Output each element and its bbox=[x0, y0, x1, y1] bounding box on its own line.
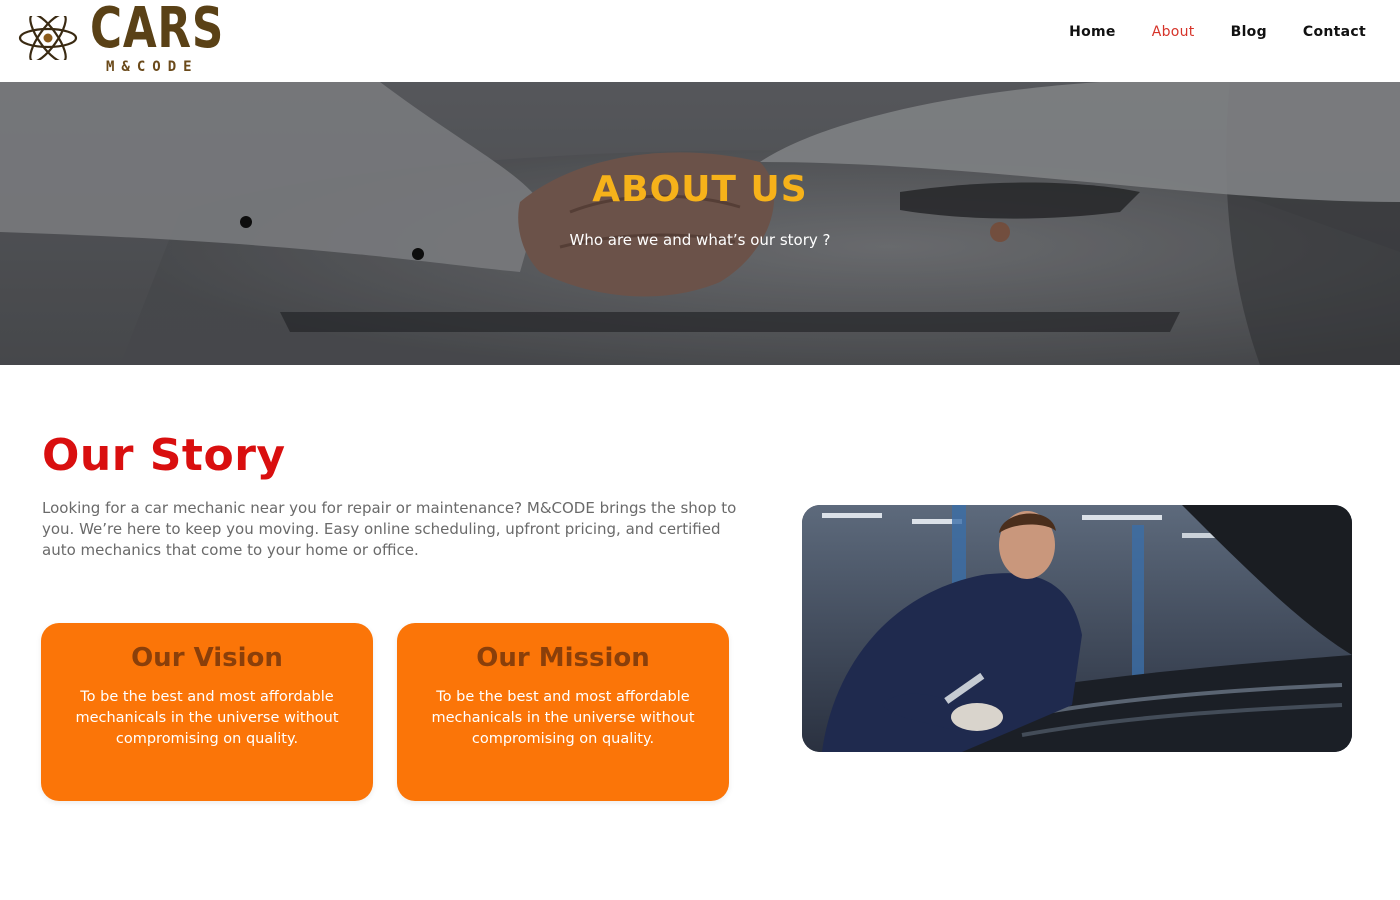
main-nav: Home About Blog Contact bbox=[1069, 22, 1366, 42]
mechanic-image bbox=[802, 505, 1352, 752]
story-title: Our Story bbox=[42, 430, 286, 481]
nav-link-contact[interactable]: Contact bbox=[1303, 22, 1366, 42]
hero-handshake-image bbox=[0, 82, 1400, 365]
mechanic-photo bbox=[802, 505, 1352, 752]
site-header: CARS M&CODE Home About Blog Contact bbox=[0, 0, 1400, 82]
story-text: Looking for a car mechanic near you for … bbox=[42, 499, 737, 559]
nav-link-blog[interactable]: Blog bbox=[1231, 22, 1267, 42]
vision-card: Our Vision To be the best and most affor… bbox=[41, 623, 373, 801]
hero-subtitle: Who are we and what’s our story ? bbox=[569, 231, 831, 249]
mission-text: To be the best and most affordable mecha… bbox=[431, 689, 695, 747]
atom-icon bbox=[18, 16, 78, 60]
vision-text: To be the best and most affordable mecha… bbox=[75, 689, 339, 747]
hero-banner: ABOUT US Who are we and what’s our story… bbox=[0, 82, 1400, 365]
brand-logo[interactable]: CARS M&CODE bbox=[16, 0, 256, 78]
brand-subtitle: M&CODE bbox=[106, 59, 199, 75]
hero-title: ABOUT US bbox=[592, 169, 808, 210]
nav-link-home[interactable]: Home bbox=[1069, 22, 1116, 42]
mission-title: Our Mission bbox=[476, 643, 650, 673]
nav-link-about[interactable]: About bbox=[1152, 22, 1195, 42]
brand-name: CARS bbox=[90, 0, 225, 61]
mission-card: Our Mission To be the best and most affo… bbox=[397, 623, 729, 801]
vision-title: Our Vision bbox=[131, 643, 283, 673]
